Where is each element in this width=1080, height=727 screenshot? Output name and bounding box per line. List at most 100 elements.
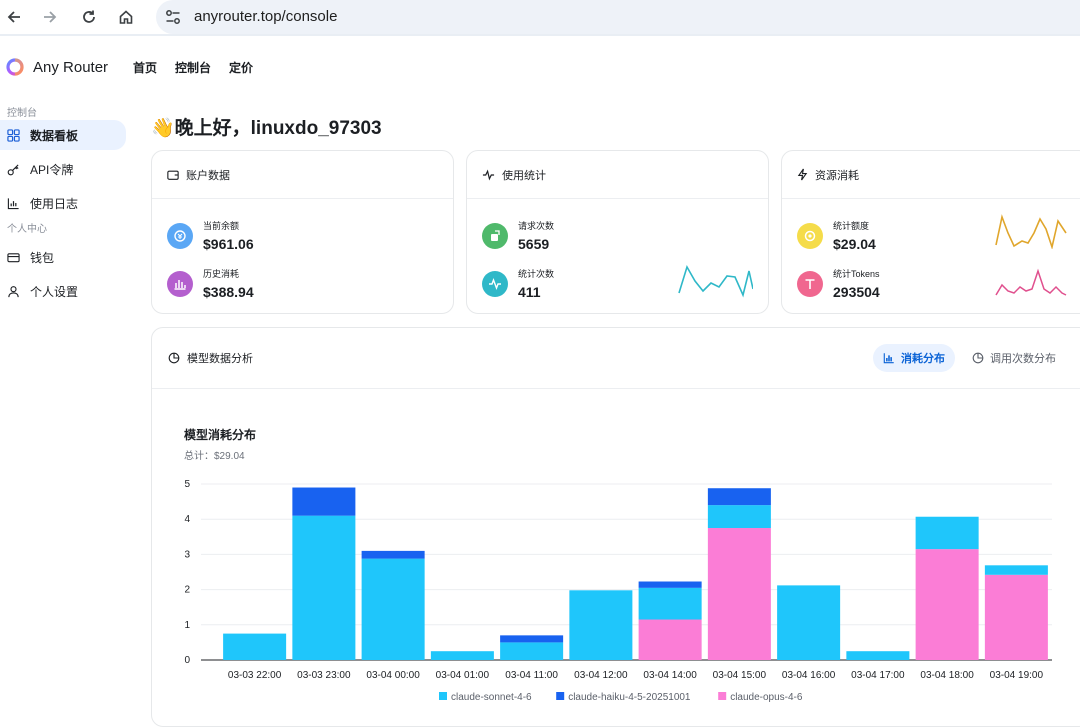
legend-swatch (439, 692, 447, 700)
send-icon (482, 222, 508, 249)
bar-segment (707, 505, 771, 528)
bar-segment (361, 558, 425, 660)
chart-subtitle: 总计：$29.04 (184, 451, 245, 462)
bar-segment (638, 587, 702, 620)
bar-segment (638, 581, 702, 588)
tab-consumption-distribution[interactable]: 消耗分布 (873, 344, 955, 372)
bar-segment (707, 528, 771, 660)
bar-segment (223, 633, 287, 660)
nav-pricing[interactable]: 定价 (229, 59, 253, 76)
greeting-title: 👋晚上好，linuxdo_97303 (151, 118, 382, 139)
sidebar-item-label: 数据看板 (30, 128, 79, 143)
x-tick-label: 03-04 12:00 (574, 670, 628, 681)
key-icon (7, 163, 19, 175)
back-icon[interactable] (2, 6, 26, 28)
lightning-icon (797, 168, 808, 181)
tokens-label: 统计Tokens (833, 269, 880, 279)
text-icon (797, 270, 823, 297)
bar-segment (915, 549, 979, 660)
bar-segment (500, 642, 564, 660)
y-tick-label: 1 (184, 620, 190, 631)
quota-value: $29.04 (833, 236, 876, 252)
coin-icon (167, 222, 193, 249)
x-tick-label: 03-04 16:00 (782, 670, 836, 681)
chart-title: 模型消耗分布 (184, 428, 257, 442)
card-title: 资源消耗 (815, 169, 859, 182)
url-text[interactable]: anyrouter.top/console (194, 8, 337, 25)
quota-stat: 统计额度 $29.04 (797, 219, 876, 252)
sidebar-item-api-tokens[interactable]: API令牌 (0, 154, 126, 184)
sidebar-item-label: API令牌 (30, 162, 74, 177)
y-tick-label: 5 (184, 479, 190, 490)
card-title: 账户数据 (186, 169, 230, 182)
bar-segment (430, 651, 494, 660)
balance-value: $961.06 (203, 236, 254, 252)
x-tick-label: 03-04 11:00 (505, 670, 558, 681)
dashboard-icon (7, 128, 20, 142)
bar-chart-icon (883, 353, 894, 364)
model-analysis-panel: 模型数据分析 消耗分布 调用次数分布 模型消耗分布 总计：$29.04 0 1 2 3… (151, 327, 1080, 727)
tokens-sparkline (995, 268, 1067, 296)
pie-chart-icon (168, 352, 180, 364)
x-tick-label: 03-04 17:00 (851, 670, 905, 681)
legend-label: claude-opus-4-6 (730, 692, 803, 703)
analysis-title-text: 模型数据分析 (187, 353, 253, 365)
quota-sparkline (995, 214, 1067, 249)
browser-toolbar: anyrouter.top/console (0, 0, 1080, 36)
x-tick-label: 03-04 01:00 (436, 670, 490, 681)
sidebar-section-personal: 个人中心 (7, 224, 47, 235)
x-tick-label: 03-04 00:00 (366, 670, 420, 681)
sidebar-item-dashboard[interactable]: 数据看板 (0, 120, 126, 150)
y-tick-label: 3 (184, 549, 190, 560)
home-icon[interactable] (114, 6, 138, 28)
card-header: 使用统计 (467, 151, 768, 199)
sidebar-item-usage-logs[interactable]: 使用日志 (0, 188, 126, 218)
tab-call-count-distribution[interactable]: 调用次数分布 (962, 344, 1066, 372)
x-tick-label: 03-04 14:00 (643, 670, 697, 681)
history-value: $388.94 (203, 284, 254, 300)
top-navigation: 首页 控制台 定价 (133, 59, 253, 76)
nav-console[interactable]: 控制台 (175, 59, 211, 76)
brand-name[interactable]: Any Router (33, 59, 108, 76)
address-bar[interactable]: anyrouter.top/console (156, 0, 1080, 34)
usage-stats-card: 使用统计 请求次数 5659 统计次数 411 (466, 150, 769, 314)
legend-swatch (718, 692, 727, 700)
requests-value: 5659 (518, 236, 550, 252)
legend-swatch (556, 692, 565, 700)
wallet-icon (167, 170, 179, 180)
sidebar-item-wallet[interactable]: 钱包 (0, 242, 126, 272)
bar-segment (292, 487, 356, 516)
history-label: 历史消耗 (203, 269, 240, 279)
bar-segment (361, 550, 425, 559)
balance-label: 当前余额 (203, 221, 240, 231)
sidebar-item-label: 个人设置 (30, 284, 79, 299)
y-tick-label: 4 (184, 514, 190, 525)
nav-home[interactable]: 首页 (133, 59, 157, 76)
resource-consumption-card: 资源消耗 统计额度 $29.04 统计Tokens 293504 (781, 150, 1080, 314)
pulse-icon (482, 270, 508, 297)
site-settings-icon[interactable] (164, 8, 182, 26)
pulse-icon (482, 169, 495, 180)
bar-segment (638, 619, 702, 660)
tab-label: 调用次数分布 (990, 353, 1056, 365)
legend-label: claude-sonnet-4-6 (451, 692, 532, 703)
y-tick-label: 0 (184, 655, 190, 666)
logo-icon[interactable] (6, 58, 24, 76)
sidebar-section-console: 控制台 (7, 108, 37, 119)
x-tick-label: 03-04 15:00 (713, 670, 767, 681)
quota-label: 统计额度 (833, 221, 870, 231)
card-header: 账户数据 (152, 151, 453, 199)
sidebar: 控制台 数据看板 API令牌 使用日志 个人中心 钱包 个人设置 (0, 104, 130, 310)
y-tick-label: 2 (184, 585, 190, 596)
history-stat: 历史消耗 $388.94 (167, 267, 254, 300)
app-header: Any Router 首页 控制台 定价 (0, 42, 1080, 94)
forward-icon[interactable] (38, 6, 62, 28)
legend-label: claude-haiku-4-5-20251001 (568, 692, 691, 703)
reload-icon[interactable] (77, 6, 101, 28)
analysis-title: 模型数据分析 (168, 350, 253, 366)
chart-icon (7, 197, 19, 209)
sidebar-item-label: 使用日志 (30, 196, 79, 211)
count-stat: 统计次数 411 (482, 267, 554, 300)
sidebar-item-settings[interactable]: 个人设置 (0, 276, 126, 306)
tokens-stat: 统计Tokens 293504 (797, 267, 880, 300)
